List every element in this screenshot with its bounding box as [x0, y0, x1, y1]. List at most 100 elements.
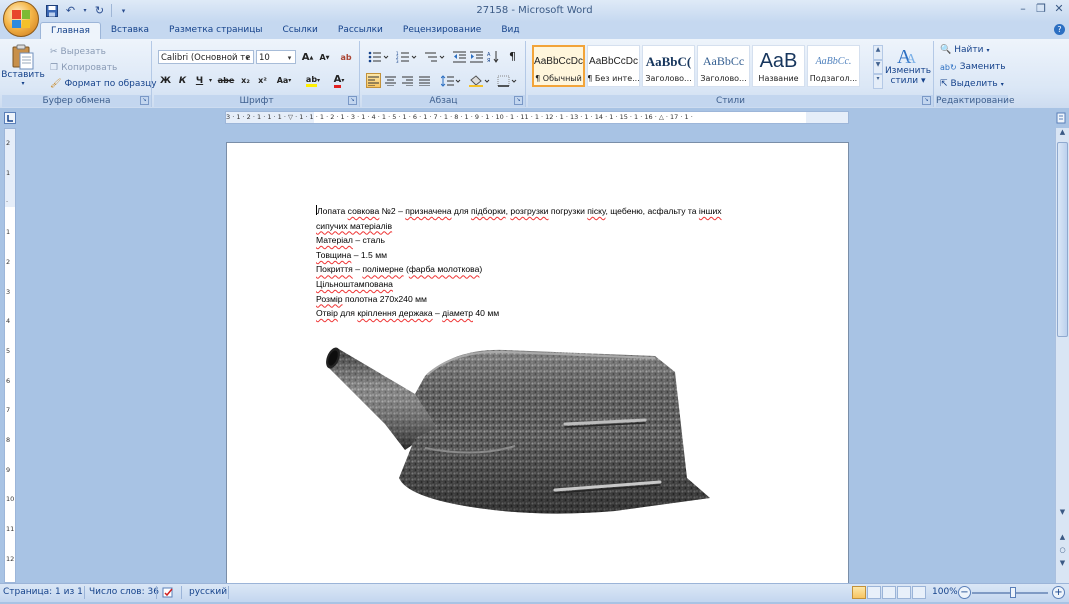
numbering-button[interactable]: 123 — [394, 49, 420, 64]
previous-page-icon[interactable]: ▲ — [1056, 533, 1069, 545]
multilevel-list-button[interactable] — [422, 49, 448, 64]
shrink-font-button[interactable]: A ▼ — [317, 50, 332, 65]
proofing-icon[interactable] — [162, 587, 175, 602]
font-launcher-icon[interactable]: ↘ — [348, 96, 357, 105]
cut-button[interactable]: ✂ Вырезать — [50, 47, 106, 57]
tab-review[interactable]: Рецензирование — [393, 22, 491, 39]
underline-button[interactable]: Ч — [192, 73, 207, 88]
outline-view-icon[interactable] — [897, 586, 911, 599]
bold-icon: Ж — [159, 75, 172, 86]
numbered-list-icon: 123 — [396, 51, 417, 63]
paragraph-launcher-icon[interactable]: ↘ — [514, 96, 523, 105]
tab-selector[interactable] — [4, 112, 16, 124]
window-controls: – ❐ ✕ — [1017, 2, 1065, 15]
change-case-button[interactable]: Aa ▾ — [274, 73, 294, 88]
find-button[interactable]: 🔍 Найти ▾ — [940, 45, 989, 55]
clipboard-launcher-icon[interactable]: ↘ — [140, 96, 149, 105]
borders-button[interactable] — [496, 73, 520, 88]
align-center-button[interactable] — [383, 73, 398, 88]
tab-references[interactable]: Ссылки — [273, 22, 328, 39]
format-painter-button[interactable]: 🖌 Формат по образцу — [50, 79, 157, 89]
gallery-down-icon[interactable]: ▼ — [873, 59, 883, 75]
zoom-out-button[interactable]: − — [958, 586, 971, 599]
bold-button[interactable]: Ж — [158, 73, 173, 88]
vertical-ruler[interactable]: 21·12345678910111213 — [4, 128, 16, 593]
replace-button[interactable]: ab↻ Заменить — [940, 62, 1006, 72]
next-page-icon[interactable]: ▼ — [1056, 559, 1069, 571]
scroll-down-icon[interactable]: ▼ — [1056, 508, 1069, 520]
style-title[interactable]: AaB Название — [752, 45, 805, 87]
tab-view[interactable]: Вид — [491, 22, 529, 39]
font-size-combo[interactable]: 10 ▾ — [256, 50, 296, 64]
gallery-more-icon[interactable]: ▾ — [873, 74, 883, 90]
justify-button[interactable] — [417, 73, 432, 88]
tab-page-layout[interactable]: Разметка страницы — [159, 22, 273, 39]
align-left-button[interactable] — [366, 73, 381, 88]
shading-button[interactable] — [468, 73, 492, 88]
paste-button[interactable]: Вставить ▾ — [1, 44, 45, 87]
page-count[interactable]: Страница: 1 из 1 — [3, 587, 83, 597]
italic-button[interactable]: К — [175, 73, 190, 88]
copy-button[interactable]: ❐ Копировать — [50, 63, 117, 73]
decrease-indent-button[interactable] — [452, 49, 467, 64]
draft-view-icon[interactable] — [912, 586, 926, 599]
style-subtitle[interactable]: AaBbCc. Подзагол... — [807, 45, 860, 87]
scroll-up-icon[interactable]: ▲ — [1056, 128, 1069, 140]
sort-button[interactable]: АЯ — [486, 49, 501, 64]
zoom-slider-knob[interactable] — [1010, 587, 1016, 598]
zoom-level[interactable]: 100% — [932, 587, 958, 597]
print-layout-view-icon[interactable] — [852, 586, 866, 599]
show-marks-button[interactable]: ¶ — [505, 49, 520, 64]
scrollbar-thumb[interactable] — [1057, 142, 1068, 337]
change-styles-button[interactable]: A A Изменить стили ▾ — [885, 44, 931, 86]
bullets-button[interactable] — [366, 49, 392, 64]
zoom-in-button[interactable]: + — [1052, 586, 1065, 599]
font-color-button[interactable]: A ▾ — [328, 73, 350, 88]
style-heading-1[interactable]: AaBbC( Заголово... — [642, 45, 695, 87]
clear-formatting-button[interactable]: ab — [338, 50, 354, 65]
borders-icon — [497, 75, 517, 87]
line-spacing-button[interactable] — [440, 73, 462, 88]
horizontal-ruler[interactable]: 3 · 1 · 2 · 1 · 1 · 1 · ▽ · 1 · 1 · 1 · … — [225, 111, 849, 124]
superscript-button[interactable]: x² — [255, 73, 270, 88]
office-logo-icon — [12, 10, 30, 28]
highlight-button[interactable]: ab ▾ — [302, 73, 324, 88]
style-normal[interactable]: AaBbCcDc ¶ Обычный — [532, 45, 585, 87]
styles-launcher-icon[interactable]: ↘ — [922, 96, 931, 105]
help-icon[interactable]: ? — [1054, 24, 1065, 35]
font-name-combo[interactable]: Calibri (Основной те ▾ — [158, 50, 254, 64]
subscript-button[interactable]: x₂ — [238, 73, 253, 88]
word-count[interactable]: Число слов: 36 — [89, 587, 159, 597]
select-button[interactable]: ⇱ Выделить ▾ — [940, 79, 1004, 89]
style-no-spacing[interactable]: AaBbCcDc ¶ Без инте... — [587, 45, 640, 87]
tab-mailings[interactable]: Рассылки — [328, 22, 393, 39]
select-browse-object-icon[interactable]: ○ — [1056, 546, 1069, 558]
document-page[interactable]: Лопата совкова №2 – призначена для підбо… — [226, 142, 849, 602]
language[interactable]: русский — [189, 587, 227, 597]
tab-insert[interactable]: Вставка — [101, 22, 159, 39]
strikethrough-button[interactable]: abe — [217, 73, 235, 88]
group-label-font: Шрифт — [154, 95, 359, 107]
close-icon[interactable]: ✕ — [1053, 2, 1065, 15]
maximize-icon[interactable]: ❐ — [1035, 2, 1047, 15]
underline-dropdown-icon[interactable]: ▾ — [207, 73, 214, 88]
change-styles-icon: A A — [897, 46, 917, 66]
scissors-icon: ✂ — [50, 47, 58, 57]
align-center-icon — [385, 76, 396, 86]
increase-indent-icon — [470, 51, 483, 62]
minimize-icon[interactable]: – — [1017, 2, 1029, 15]
full-screen-reading-view-icon[interactable] — [867, 586, 881, 599]
shovel-image[interactable] — [315, 328, 715, 523]
style-sample: AaBbCc. — [815, 56, 852, 67]
increase-indent-button[interactable] — [469, 49, 484, 64]
style-heading-2[interactable]: AaBbCc Заголово... — [697, 45, 750, 87]
document-workspace: 21·12345678910111213 Лопата совкова №2 –… — [0, 128, 1069, 602]
document-body[interactable]: Лопата совкова №2 – призначена для підбо… — [316, 204, 786, 321]
office-button[interactable] — [3, 1, 39, 37]
align-right-button[interactable] — [400, 73, 415, 88]
web-layout-view-icon[interactable] — [882, 586, 896, 599]
vertical-scrollbar[interactable]: ▲ ▼ ▲ ○ ▼ — [1055, 128, 1069, 583]
view-ruler-icon[interactable] — [1056, 112, 1066, 124]
gallery-up-icon[interactable]: ▲ — [873, 45, 883, 60]
grow-font-button[interactable]: A ▲ — [300, 50, 315, 65]
